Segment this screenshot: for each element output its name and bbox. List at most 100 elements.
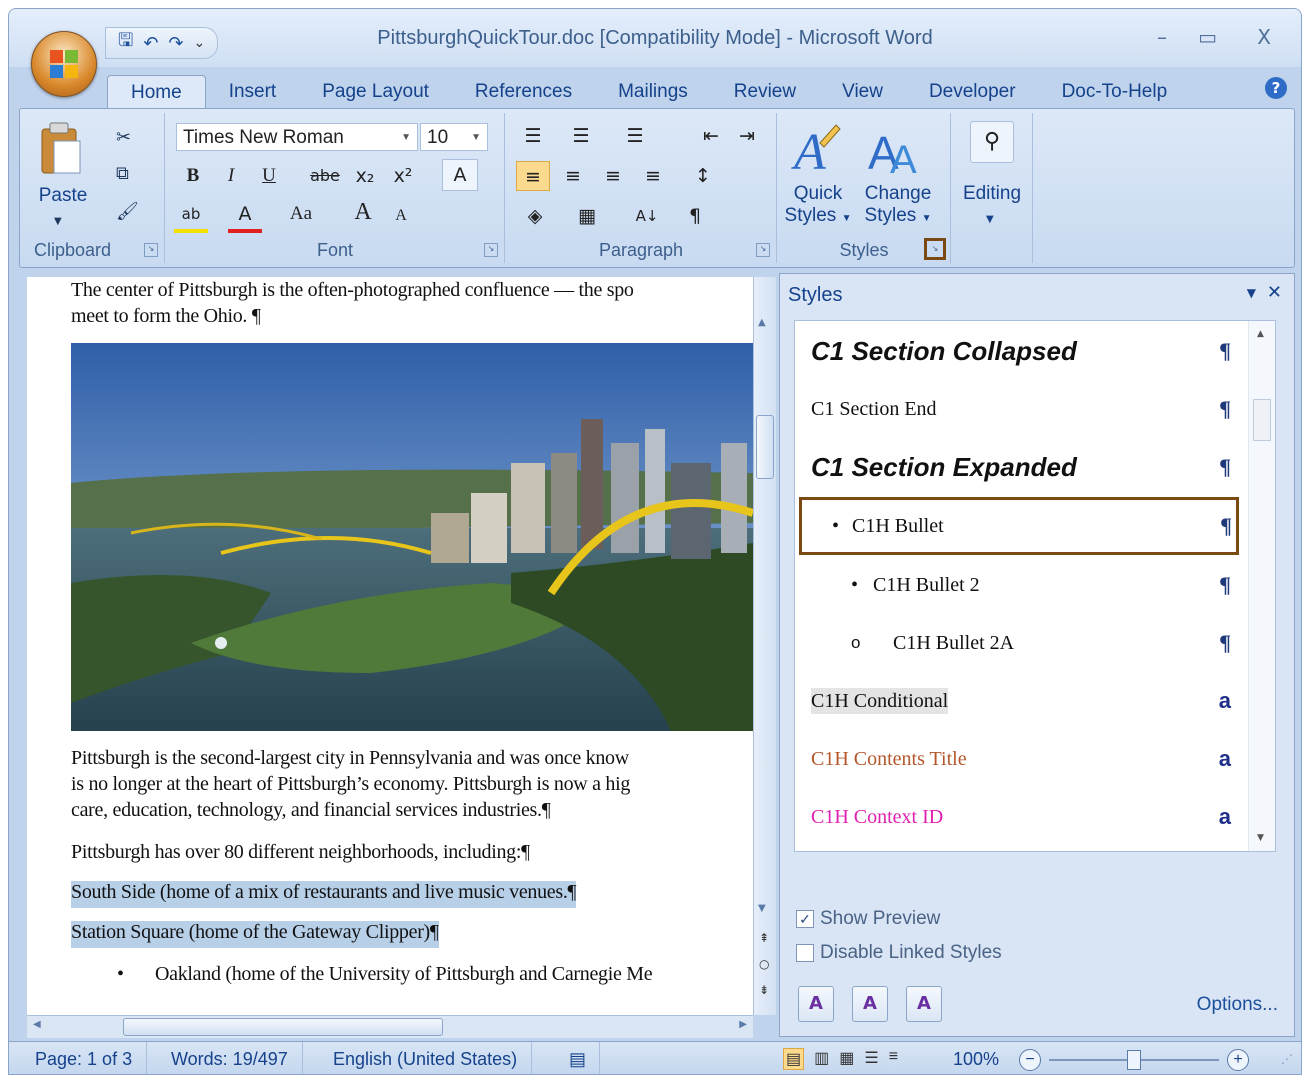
help-icon[interactable]: ? bbox=[1265, 77, 1287, 99]
style-item[interactable]: C1 Section Expanded ¶ bbox=[795, 439, 1241, 495]
show-formatting-marks-icon[interactable]: ¶ bbox=[678, 201, 712, 231]
increase-indent-icon[interactable]: ⇥ bbox=[730, 121, 764, 151]
zoom-level[interactable]: 100% bbox=[953, 1042, 999, 1074]
format-painter-icon[interactable]: 🖌 bbox=[116, 199, 139, 225]
office-button[interactable] bbox=[31, 31, 97, 97]
italic-button[interactable]: I bbox=[214, 161, 248, 191]
sort-icon[interactable]: A↓ bbox=[630, 201, 664, 231]
styles-list-scrollbar[interactable]: ▲ ▼ bbox=[1248, 321, 1275, 851]
paste-dropdown-icon[interactable]: ▼ bbox=[54, 209, 62, 235]
shading-icon[interactable]: ◈ bbox=[518, 201, 552, 231]
clear-formatting-button[interactable]: A bbox=[442, 159, 478, 191]
underline-button[interactable]: U bbox=[252, 161, 286, 191]
manage-styles-icon[interactable]: A bbox=[906, 986, 942, 1022]
minimize-button[interactable]: – bbox=[1157, 25, 1167, 49]
change-case-button[interactable]: Aa bbox=[284, 199, 318, 229]
shrink-font-button[interactable]: A bbox=[384, 201, 418, 231]
copy-icon[interactable]: ⧉ bbox=[116, 161, 129, 187]
quick-styles-icon[interactable]: A bbox=[790, 121, 842, 181]
draft-icon[interactable]: ≡ bbox=[889, 1048, 898, 1070]
resize-grip-icon[interactable]: ⋰ bbox=[1281, 1052, 1293, 1066]
tab-references[interactable]: References bbox=[452, 75, 595, 107]
font-family-select[interactable]: Times New Roman ▼ bbox=[176, 123, 418, 151]
scroll-right-icon[interactable]: ▶ bbox=[739, 1019, 747, 1030]
show-preview-checkbox[interactable]: ✓ Show Preview bbox=[796, 908, 940, 930]
scroll-thumb[interactable] bbox=[756, 415, 774, 479]
quick-styles-button[interactable]: Quick Styles ▼ bbox=[784, 183, 852, 230]
align-left-icon[interactable]: ≡ bbox=[516, 161, 550, 191]
bullets-icon[interactable]: ☰ bbox=[516, 121, 550, 151]
maximize-button[interactable]: ▭ bbox=[1198, 25, 1217, 49]
next-page-icon[interactable]: ⇟ bbox=[759, 983, 769, 997]
numbering-icon[interactable]: ☰ bbox=[564, 121, 598, 151]
justify-icon[interactable]: ≡ bbox=[636, 161, 670, 191]
subscript-button[interactable]: x₂ bbox=[348, 161, 382, 191]
tab-review[interactable]: Review bbox=[711, 75, 819, 107]
font-launcher-icon[interactable]: ↘ bbox=[484, 243, 498, 257]
tab-page-layout[interactable]: Page Layout bbox=[299, 75, 452, 107]
tab-insert[interactable]: Insert bbox=[206, 75, 300, 107]
tab-home[interactable]: Home bbox=[107, 75, 206, 108]
select-browse-object-icon[interactable]: ○ bbox=[759, 957, 769, 971]
paste-label[interactable]: Paste bbox=[36, 185, 90, 207]
grow-font-button[interactable]: A bbox=[346, 197, 380, 227]
close-button[interactable]: X bbox=[1257, 25, 1271, 49]
zoom-out-icon[interactable]: − bbox=[1019, 1049, 1041, 1071]
highlight-button[interactable]: ab bbox=[174, 199, 208, 233]
style-item[interactable]: C1H Context ID a bbox=[795, 789, 1241, 845]
language[interactable]: English (United States) bbox=[319, 1042, 533, 1074]
style-item[interactable]: • C1H Bullet 2 ¶ bbox=[795, 557, 1241, 613]
scroll-thumb[interactable] bbox=[1253, 399, 1271, 441]
scroll-left-icon[interactable]: ◀ bbox=[33, 1019, 41, 1030]
previous-page-icon[interactable]: ⇞ bbox=[759, 931, 769, 945]
line-spacing-icon[interactable]: ↕ bbox=[686, 161, 720, 191]
page-count[interactable]: Page: 1 of 3 bbox=[21, 1042, 148, 1074]
horizontal-scrollbar[interactable]: ◀ ▶ bbox=[27, 1015, 753, 1038]
editing-dropdown-icon[interactable]: ▼ bbox=[986, 207, 994, 233]
pane-options-icon[interactable]: ▼ bbox=[1247, 286, 1256, 300]
strikethrough-button[interactable]: abe bbox=[308, 161, 342, 191]
editing-button[interactable]: Editing bbox=[952, 183, 1032, 205]
macro-recorder-icon[interactable]: ▤ bbox=[555, 1042, 600, 1074]
outline-icon[interactable]: ☰ bbox=[864, 1048, 878, 1070]
styles-launcher-icon[interactable]: ↘ bbox=[924, 238, 946, 260]
scroll-up-icon[interactable]: ▲ bbox=[1257, 329, 1264, 339]
style-inspector-icon[interactable]: A bbox=[852, 986, 888, 1022]
tab-mailings[interactable]: Mailings bbox=[595, 75, 711, 107]
hscroll-thumb[interactable] bbox=[123, 1018, 443, 1036]
disable-linked-styles-checkbox[interactable]: Disable Linked Styles bbox=[796, 942, 1002, 964]
style-item-selected[interactable]: • C1H Bullet ¶ bbox=[799, 497, 1239, 555]
full-screen-reading-icon[interactable]: ▥ bbox=[814, 1048, 829, 1070]
web-layout-icon[interactable]: ▦ bbox=[839, 1048, 854, 1070]
options-link[interactable]: Options... bbox=[1197, 994, 1278, 1016]
superscript-button[interactable]: x² bbox=[386, 161, 420, 191]
change-styles-icon[interactable]: A A bbox=[868, 121, 924, 181]
close-pane-icon[interactable]: ✕ bbox=[1267, 282, 1282, 303]
multilevel-list-icon[interactable]: ☰ bbox=[618, 121, 652, 151]
style-item[interactable]: C1H Contents Title a bbox=[795, 731, 1241, 787]
vertical-scrollbar[interactable]: ▲ ▼ ⇞ ○ ⇟ bbox=[753, 277, 776, 1015]
binoculars-icon[interactable]: ⚲ bbox=[970, 121, 1014, 163]
document-area[interactable]: The center of Pittsburgh is the often-ph… bbox=[27, 277, 753, 1015]
change-styles-button[interactable]: Change Styles ▼ bbox=[858, 183, 938, 230]
scroll-down-icon[interactable]: ▼ bbox=[1257, 833, 1264, 843]
paragraph-launcher-icon[interactable]: ↘ bbox=[756, 243, 770, 257]
zoom-in-icon[interactable]: + bbox=[1227, 1049, 1249, 1071]
clipboard-launcher-icon[interactable]: ↘ bbox=[144, 243, 158, 257]
decrease-indent-icon[interactable]: ⇤ bbox=[694, 121, 728, 151]
cut-icon[interactable]: ✂ bbox=[116, 125, 131, 151]
paste-icon[interactable] bbox=[38, 121, 84, 177]
scroll-up-icon[interactable]: ▲ bbox=[758, 317, 766, 328]
align-center-icon[interactable]: ≡ bbox=[556, 161, 590, 191]
zoom-slider-thumb[interactable] bbox=[1127, 1050, 1141, 1070]
new-style-icon[interactable]: A bbox=[798, 986, 834, 1022]
borders-icon[interactable]: ▦ bbox=[570, 201, 604, 231]
tab-view[interactable]: View bbox=[819, 75, 906, 107]
print-layout-icon[interactable]: ▤ bbox=[783, 1048, 805, 1070]
align-right-icon[interactable]: ≡ bbox=[596, 161, 630, 191]
tab-developer[interactable]: Developer bbox=[906, 75, 1039, 107]
scroll-down-icon[interactable]: ▼ bbox=[758, 903, 766, 914]
style-item[interactable]: C1H Conditional a bbox=[795, 673, 1241, 729]
font-color-button[interactable]: A bbox=[228, 199, 262, 233]
tab-doc-to-help[interactable]: Doc-To-Help bbox=[1039, 75, 1191, 107]
